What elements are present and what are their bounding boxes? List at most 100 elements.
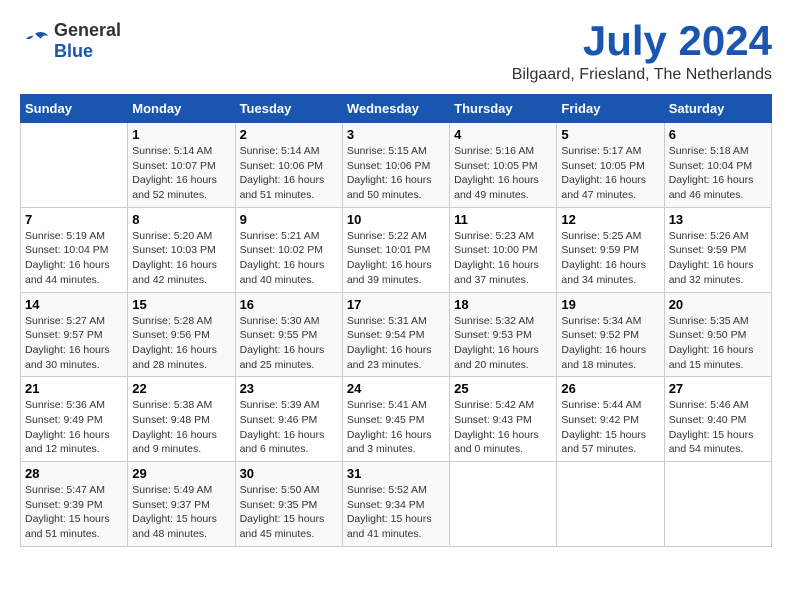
day-info: Sunrise: 5:36 AMSunset: 9:49 PMDaylight:… bbox=[25, 398, 123, 457]
calendar-cell: 1 Sunrise: 5:14 AMSunset: 10:07 PMDayligh… bbox=[128, 123, 235, 208]
calendar-cell: 14 Sunrise: 5:27 AMSunset: 9:57 PMDayligh… bbox=[21, 292, 128, 377]
day-info: Sunrise: 5:19 AMSunset: 10:04 PMDaylight… bbox=[25, 229, 123, 288]
day-number: 1 bbox=[132, 127, 230, 142]
day-number: 5 bbox=[561, 127, 659, 142]
day-number: 7 bbox=[25, 212, 123, 227]
location-title: Bilgaard, Friesland, The Netherlands bbox=[512, 66, 772, 84]
logo-bird-icon bbox=[20, 29, 50, 53]
calendar-cell: 15 Sunrise: 5:28 AMSunset: 9:56 PMDayligh… bbox=[128, 292, 235, 377]
month-title: July 2024 bbox=[512, 20, 772, 62]
calendar-cell: 20Sunrise: 5:35 AMSunset: 9:50 PMDayligh… bbox=[664, 292, 771, 377]
day-number: 21 bbox=[25, 381, 123, 396]
calendar-cell: 6 Sunrise: 5:18 AMSunset: 10:04 PMDayligh… bbox=[664, 123, 771, 208]
calendar-cell bbox=[21, 123, 128, 208]
header-section: General Blue July 2024 Bilgaard, Friesla… bbox=[20, 20, 772, 84]
day-info: Sunrise: 5:44 AMSunset: 9:42 PMDaylight:… bbox=[561, 398, 659, 457]
day-info: Sunrise: 5:34 AMSunset: 9:52 PMDaylight:… bbox=[561, 314, 659, 373]
day-info: Sunrise: 5:14 AMSunset: 10:07 PMDaylight… bbox=[132, 144, 230, 203]
calendar-cell: 2 Sunrise: 5:14 AMSunset: 10:06 PMDayligh… bbox=[235, 123, 342, 208]
logo-blue: Blue bbox=[54, 41, 93, 61]
title-section: July 2024 Bilgaard, Friesland, The Nethe… bbox=[512, 20, 772, 84]
calendar-cell: 8 Sunrise: 5:20 AMSunset: 10:03 PMDayligh… bbox=[128, 207, 235, 292]
calendar-cell: 22 Sunrise: 5:38 AMSunset: 9:48 PMDayligh… bbox=[128, 377, 235, 462]
calendar-body: 1 Sunrise: 5:14 AMSunset: 10:07 PMDayligh… bbox=[21, 123, 772, 547]
day-number: 9 bbox=[240, 212, 338, 227]
day-info: Sunrise: 5:39 AMSunset: 9:46 PMDaylight:… bbox=[240, 398, 338, 457]
day-number: 18 bbox=[454, 297, 552, 312]
day-number: 25 bbox=[454, 381, 552, 396]
day-info: Sunrise: 5:25 AMSunset: 9:59 PMDaylight:… bbox=[561, 229, 659, 288]
header-day-saturday: Saturday bbox=[664, 95, 771, 123]
calendar-cell: 17 Sunrise: 5:31 AMSunset: 9:54 PMDayligh… bbox=[342, 292, 449, 377]
calendar-cell: 29 Sunrise: 5:49 AMSunset: 9:37 PMDayligh… bbox=[128, 462, 235, 547]
day-info: Sunrise: 5:46 AMSunset: 9:40 PMDaylight:… bbox=[669, 398, 767, 457]
day-info: Sunrise: 5:49 AMSunset: 9:37 PMDaylight:… bbox=[132, 483, 230, 542]
calendar-week-row: 14 Sunrise: 5:27 AMSunset: 9:57 PMDayligh… bbox=[21, 292, 772, 377]
day-info: Sunrise: 5:38 AMSunset: 9:48 PMDaylight:… bbox=[132, 398, 230, 457]
calendar-cell: 16 Sunrise: 5:30 AMSunset: 9:55 PMDayligh… bbox=[235, 292, 342, 377]
day-info: Sunrise: 5:35 AMSunset: 9:50 PMDaylight:… bbox=[669, 314, 767, 373]
header-day-monday: Monday bbox=[128, 95, 235, 123]
day-number: 26 bbox=[561, 381, 659, 396]
day-number: 4 bbox=[454, 127, 552, 142]
day-number: 2 bbox=[240, 127, 338, 142]
calendar-cell: 25Sunrise: 5:42 AMSunset: 9:43 PMDayligh… bbox=[450, 377, 557, 462]
day-info: Sunrise: 5:31 AMSunset: 9:54 PMDaylight:… bbox=[347, 314, 445, 373]
calendar-cell: 27 Sunrise: 5:46 AMSunset: 9:40 PMDayligh… bbox=[664, 377, 771, 462]
day-info: Sunrise: 5:18 AMSunset: 10:04 PMDaylight… bbox=[669, 144, 767, 203]
calendar-cell: 5 Sunrise: 5:17 AMSunset: 10:05 PMDayligh… bbox=[557, 123, 664, 208]
day-number: 17 bbox=[347, 297, 445, 312]
calendar-cell: 28 Sunrise: 5:47 AMSunset: 9:39 PMDayligh… bbox=[21, 462, 128, 547]
day-info: Sunrise: 5:32 AMSunset: 9:53 PMDaylight:… bbox=[454, 314, 552, 373]
logo: General Blue bbox=[20, 20, 121, 62]
calendar-cell bbox=[664, 462, 771, 547]
day-info: Sunrise: 5:28 AMSunset: 9:56 PMDaylight:… bbox=[132, 314, 230, 373]
day-number: 6 bbox=[669, 127, 767, 142]
day-info: Sunrise: 5:17 AMSunset: 10:05 PMDaylight… bbox=[561, 144, 659, 203]
day-info: Sunrise: 5:20 AMSunset: 10:03 PMDaylight… bbox=[132, 229, 230, 288]
calendar-cell: 12 Sunrise: 5:25 AMSunset: 9:59 PMDayligh… bbox=[557, 207, 664, 292]
day-info: Sunrise: 5:52 AMSunset: 9:34 PMDaylight:… bbox=[347, 483, 445, 542]
day-info: Sunrise: 5:27 AMSunset: 9:57 PMDaylight:… bbox=[25, 314, 123, 373]
day-number: 29 bbox=[132, 466, 230, 481]
day-info: Sunrise: 5:41 AMSunset: 9:45 PMDaylight:… bbox=[347, 398, 445, 457]
day-info: Sunrise: 5:14 AMSunset: 10:06 PMDaylight… bbox=[240, 144, 338, 203]
calendar-table: SundayMondayTuesdayWednesdayThursdayFrid… bbox=[20, 94, 772, 547]
day-info: Sunrise: 5:15 AMSunset: 10:06 PMDaylight… bbox=[347, 144, 445, 203]
day-number: 28 bbox=[25, 466, 123, 481]
day-info: Sunrise: 5:30 AMSunset: 9:55 PMDaylight:… bbox=[240, 314, 338, 373]
header-day-sunday: Sunday bbox=[21, 95, 128, 123]
calendar-cell: 3 Sunrise: 5:15 AMSunset: 10:06 PMDayligh… bbox=[342, 123, 449, 208]
calendar-cell: 10 Sunrise: 5:22 AMSunset: 10:01 PMDaylig… bbox=[342, 207, 449, 292]
calendar-cell: 18 Sunrise: 5:32 AMSunset: 9:53 PMDayligh… bbox=[450, 292, 557, 377]
day-info: Sunrise: 5:47 AMSunset: 9:39 PMDaylight:… bbox=[25, 483, 123, 542]
header-day-friday: Friday bbox=[557, 95, 664, 123]
header-day-wednesday: Wednesday bbox=[342, 95, 449, 123]
calendar-week-row: 21 Sunrise: 5:36 AMSunset: 9:49 PMDayligh… bbox=[21, 377, 772, 462]
day-info: Sunrise: 5:22 AMSunset: 10:01 PMDaylight… bbox=[347, 229, 445, 288]
calendar-cell: 7 Sunrise: 5:19 AMSunset: 10:04 PMDayligh… bbox=[21, 207, 128, 292]
day-info: Sunrise: 5:21 AMSunset: 10:02 PMDaylight… bbox=[240, 229, 338, 288]
day-number: 30 bbox=[240, 466, 338, 481]
day-number: 14 bbox=[25, 297, 123, 312]
calendar-cell: 11Sunrise: 5:23 AMSunset: 10:00 PMDaylig… bbox=[450, 207, 557, 292]
day-number: 24 bbox=[347, 381, 445, 396]
day-number: 19 bbox=[561, 297, 659, 312]
day-number: 8 bbox=[132, 212, 230, 227]
day-number: 27 bbox=[669, 381, 767, 396]
day-number: 16 bbox=[240, 297, 338, 312]
calendar-cell: 19 Sunrise: 5:34 AMSunset: 9:52 PMDayligh… bbox=[557, 292, 664, 377]
day-info: Sunrise: 5:16 AMSunset: 10:05 PMDaylight… bbox=[454, 144, 552, 203]
day-number: 22 bbox=[132, 381, 230, 396]
day-number: 3 bbox=[347, 127, 445, 142]
day-number: 10 bbox=[347, 212, 445, 227]
calendar-cell: 13Sunrise: 5:26 AMSunset: 9:59 PMDayligh… bbox=[664, 207, 771, 292]
day-number: 15 bbox=[132, 297, 230, 312]
day-number: 23 bbox=[240, 381, 338, 396]
day-info: Sunrise: 5:50 AMSunset: 9:35 PMDaylight:… bbox=[240, 483, 338, 542]
day-number: 12 bbox=[561, 212, 659, 227]
header-day-thursday: Thursday bbox=[450, 95, 557, 123]
calendar-cell: 4 Sunrise: 5:16 AMSunset: 10:05 PMDayligh… bbox=[450, 123, 557, 208]
calendar-cell bbox=[450, 462, 557, 547]
calendar-header-row: SundayMondayTuesdayWednesdayThursdayFrid… bbox=[21, 95, 772, 123]
